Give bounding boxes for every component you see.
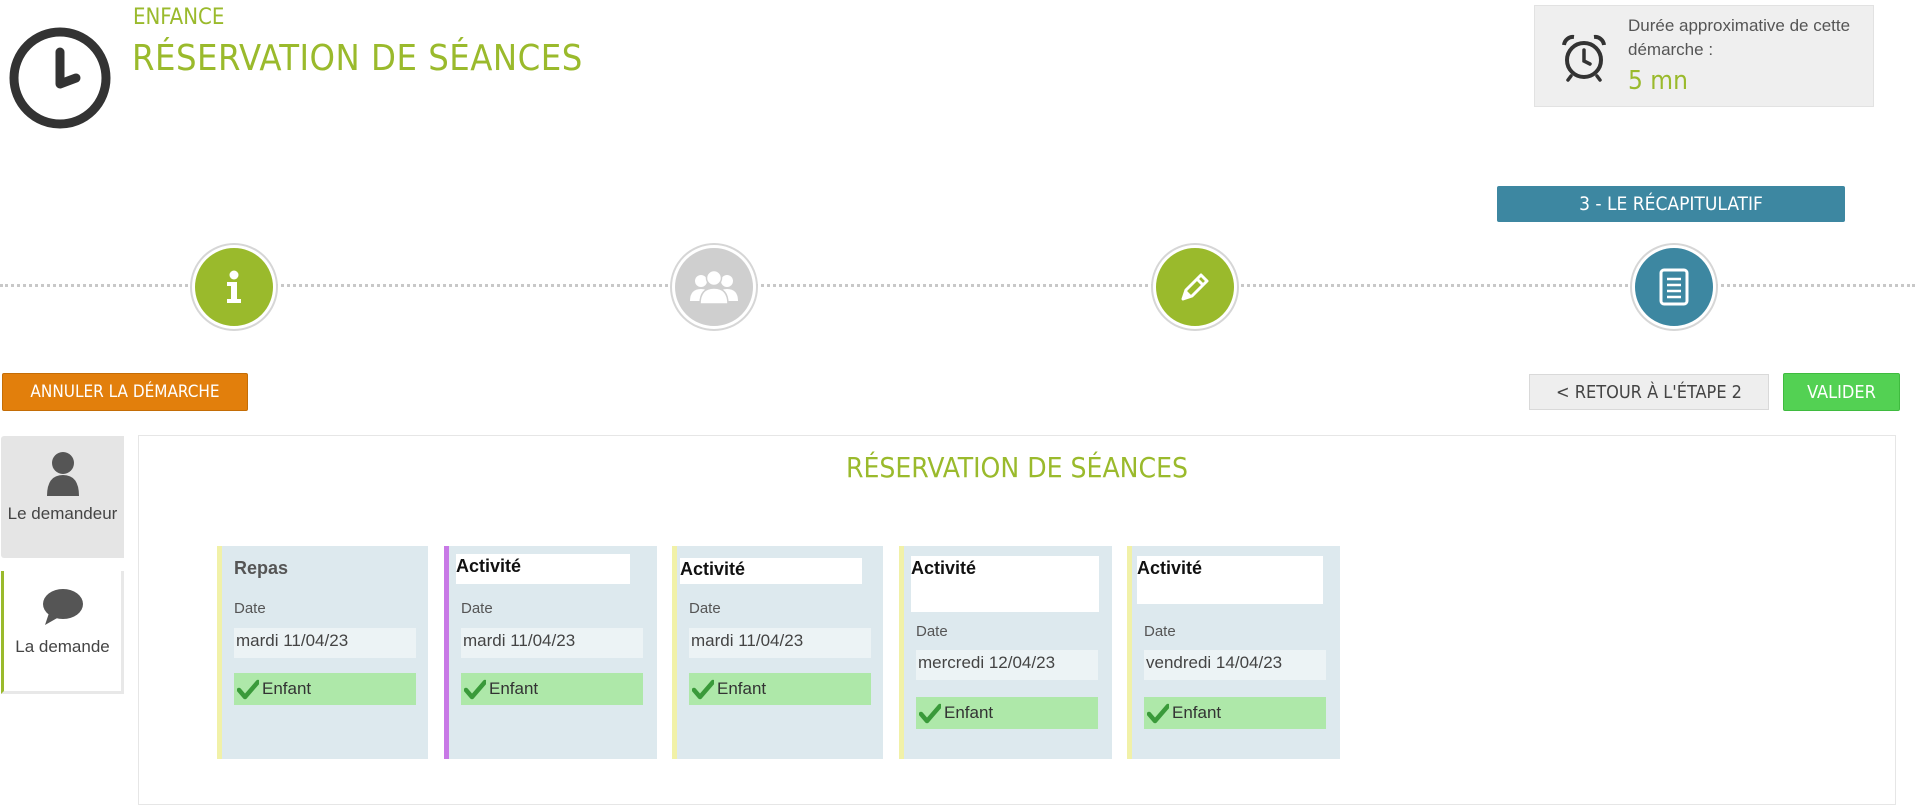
card-color-strip	[672, 546, 677, 759]
card-badge: Enfant	[1144, 697, 1326, 729]
checkmark-icon	[1147, 703, 1169, 724]
card-date-label: Date	[689, 600, 721, 617]
cancel-procedure-button[interactable]: ANNULER LA DÉMARCHE	[2, 373, 248, 411]
card-date: mardi 11/04/23	[234, 628, 416, 658]
step-progress-line	[0, 284, 1915, 287]
session-card[interactable]: Activité Date vendredi 14/04/23 Enfant	[1127, 546, 1340, 759]
checkmark-icon	[692, 679, 714, 700]
card-badge-label: Enfant	[944, 703, 994, 722]
sidebar-item-requester[interactable]: Le demandeur	[1, 436, 124, 558]
step-1-info[interactable]	[192, 245, 276, 329]
sidebar-item-label: Le demandeur	[7, 504, 118, 523]
card-badge-label: Enfant	[489, 679, 539, 698]
user-icon	[46, 452, 79, 496]
card-badge: Enfant	[461, 673, 643, 705]
info-icon	[227, 270, 241, 303]
step-2-group[interactable]	[672, 245, 756, 329]
session-card[interactable]: Activité Date mercredi 12/04/23 Enfant	[899, 546, 1112, 759]
speech-bubble-icon	[42, 589, 83, 625]
session-card[interactable]: Activité Date mardi 11/04/23 Enfant	[444, 546, 657, 759]
card-date: mardi 11/04/23	[461, 628, 643, 658]
current-step-label: 3 - LE RÉCAPITULATIF	[1497, 186, 1845, 222]
card-badge: Enfant	[234, 673, 416, 705]
card-badge-label: Enfant	[262, 679, 312, 698]
card-color-strip	[217, 546, 222, 759]
card-badge: Enfant	[689, 673, 871, 705]
main-panel: RÉSERVATION DE SÉANCES Repas Date mardi …	[138, 435, 1896, 805]
session-card[interactable]: Activité Date mardi 11/04/23 Enfant	[672, 546, 883, 759]
card-badge-label: Enfant	[1172, 703, 1222, 722]
session-card[interactable]: Repas Date mardi 11/04/23 Enfant	[217, 546, 428, 759]
card-date-label: Date	[1144, 623, 1176, 640]
card-title: Activité	[456, 554, 630, 584]
checkmark-icon	[464, 679, 486, 700]
pencil-icon	[1181, 273, 1209, 301]
card-badge: Enfant	[916, 697, 1098, 729]
checkmark-icon	[919, 703, 941, 724]
card-color-strip	[1127, 546, 1132, 759]
panel-title: RÉSERVATION DE SÉANCES	[845, 451, 1189, 484]
alarm-clock-icon	[1562, 34, 1606, 82]
document-icon	[1659, 268, 1689, 306]
card-date-label: Date	[916, 623, 948, 640]
card-date-label: Date	[234, 600, 266, 617]
duration-box: Durée approximative de cette démarche : …	[1534, 5, 1874, 107]
card-title: Repas	[234, 558, 289, 578]
card-badge-label: Enfant	[717, 679, 767, 698]
validate-button[interactable]: VALIDER	[1783, 373, 1900, 411]
sidebar-item-request[interactable]: La demande	[1, 571, 124, 694]
page-title: RÉSERVATION DE SÉANCES	[132, 38, 583, 79]
clock-logo-icon	[9, 27, 111, 129]
card-title: Activité	[911, 556, 1099, 612]
card-color-strip	[899, 546, 904, 759]
card-title: Activité	[1137, 556, 1323, 604]
duration-label: Durée approximative de cette démarche :	[1628, 16, 1851, 59]
card-date: vendredi 14/04/23	[1144, 650, 1326, 680]
step-4-summary[interactable]	[1632, 245, 1716, 329]
card-title: Activité	[680, 558, 862, 584]
step-3-edit[interactable]	[1153, 245, 1237, 329]
card-date-label: Date	[461, 600, 493, 617]
card-date: mercredi 12/04/23	[916, 650, 1098, 680]
checkmark-icon	[237, 679, 259, 700]
sidebar-item-label: La demande	[15, 637, 110, 656]
duration-value: 5 mn	[1628, 66, 1688, 96]
back-to-step-2-button[interactable]: < RETOUR À L'ÉTAPE 2	[1529, 374, 1769, 410]
group-icon	[690, 269, 738, 305]
card-color-strip	[444, 546, 449, 759]
category-label: ENFANCE	[133, 5, 225, 30]
card-date: mardi 11/04/23	[689, 628, 871, 658]
